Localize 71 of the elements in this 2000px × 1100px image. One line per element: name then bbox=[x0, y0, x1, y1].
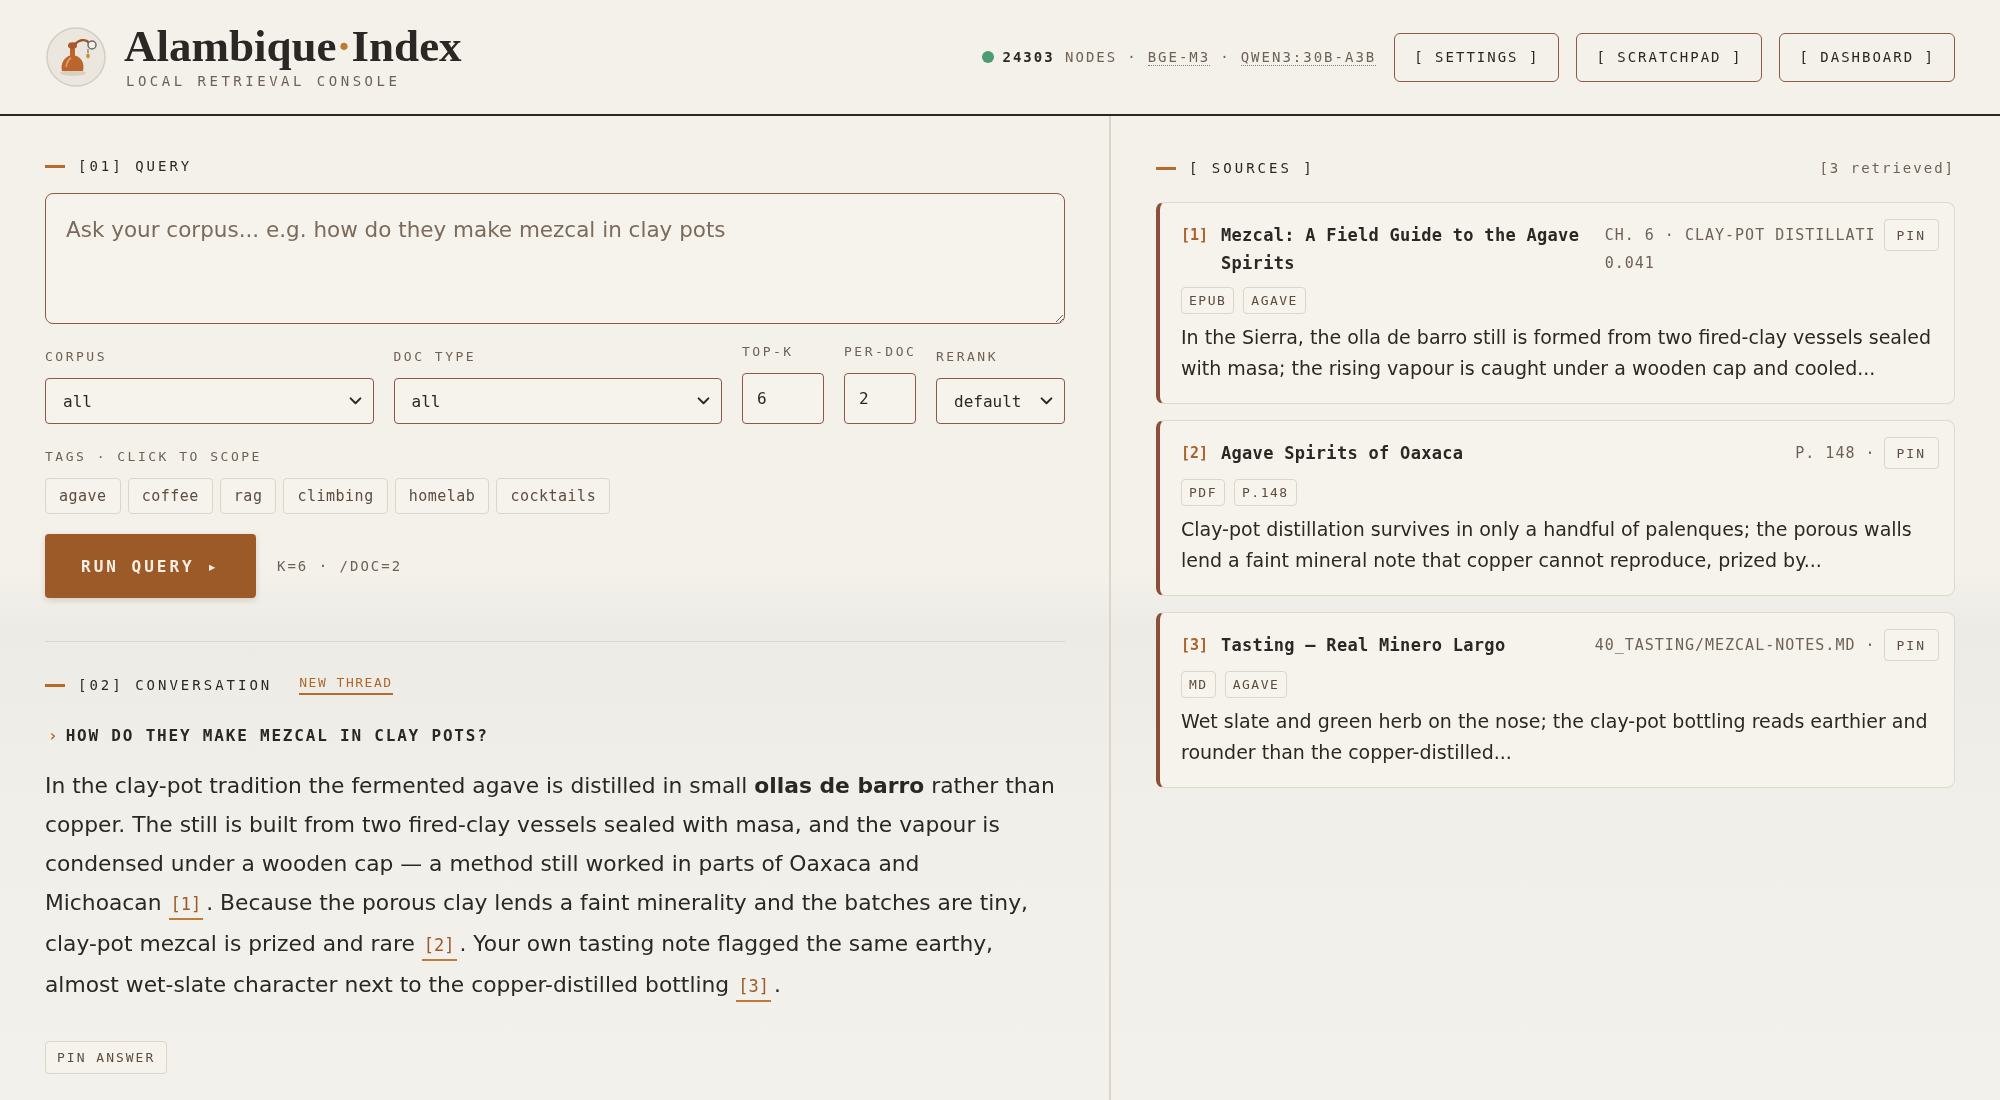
source-title: Tasting — Real Minero Largo bbox=[1221, 634, 1507, 657]
pin-button[interactable]: PIN bbox=[1883, 219, 1939, 251]
dashboard-button[interactable]: [ DASHBOARD ] bbox=[1779, 32, 1955, 82]
new-thread-link[interactable]: NEW THREAD bbox=[299, 675, 393, 695]
source-tag: P.148 bbox=[1234, 479, 1297, 506]
separator-dot: · bbox=[1220, 49, 1231, 65]
source-title: Mezcal: A Field Guide to the Agave Spirits bbox=[1221, 224, 1581, 275]
section-heading: [01] QUERY bbox=[78, 158, 193, 174]
tags-label: TAGS · CLICK TO SCOPE bbox=[45, 449, 263, 465]
field-label: PER-DOC bbox=[844, 344, 917, 360]
retrieved-count: [3 retrieved] bbox=[1819, 160, 1955, 176]
chevron-down-icon bbox=[348, 397, 362, 405]
field-label: TOP-K bbox=[742, 344, 794, 360]
tag-filter[interactable]: cocktails bbox=[496, 478, 611, 514]
separator-dot: · bbox=[1127, 49, 1138, 65]
pin-answer-button[interactable]: PIN ANSWER bbox=[45, 1041, 168, 1074]
settings-button[interactable]: [ SETTINGS ] bbox=[1394, 32, 1560, 82]
source-snippet: Wet slate and green herb on the nose; the clay-pot bottling reads earthier and rounder than the copper-distilled... bbox=[1181, 709, 1929, 765]
source-title: Agave Spirits of Oaxaca bbox=[1221, 442, 1465, 465]
citation-link[interactable]: [3] bbox=[736, 976, 771, 1002]
model-name: QWEN3:30B-A3B bbox=[1240, 48, 1377, 66]
scratchpad-button[interactable]: [ SCRATCHPAD ] bbox=[1576, 32, 1763, 82]
citation-link[interactable]: [2] bbox=[421, 935, 457, 961]
tag-filter[interactable]: rag bbox=[219, 478, 277, 514]
app-subtitle: LOCAL RETRIEVAL CONSOLE bbox=[126, 72, 401, 90]
dropdown[interactable]: default bbox=[936, 378, 1065, 424]
tag-filter[interactable]: agave bbox=[45, 478, 121, 514]
node-count: 24303 NODES bbox=[1002, 49, 1118, 65]
pin-button[interactable]: PIN bbox=[1883, 629, 1939, 661]
source-snippet: In the Sierra, the olla de barro still is formed from two fired-clay vessels sealed with masa; the rising vapour is caught under a wooden cap and cooled... bbox=[1181, 325, 1933, 381]
source-tag: MD bbox=[1181, 671, 1216, 698]
copper-still-logo-icon bbox=[46, 27, 106, 87]
source-snippet: Clay-pot distillation survives in only a handful of palenques; the porous walls lend a faint mineral note that copper cannot reproduce, prized by... bbox=[1181, 517, 1913, 573]
source-tag: AGAVE bbox=[1243, 287, 1306, 314]
dash-icon bbox=[45, 164, 65, 168]
source-tag: PDF bbox=[1181, 479, 1225, 506]
dropdown[interactable]: all bbox=[393, 378, 722, 424]
prompt-marker: › bbox=[48, 725, 58, 745]
section-heading: [ SOURCES ] bbox=[1189, 160, 1315, 176]
source-location: CH. 6 · CLAY-POT DISTILLATI bbox=[1604, 225, 1876, 246]
number-input[interactable]: 2 bbox=[844, 373, 916, 424]
field-label: RERANK bbox=[936, 349, 998, 365]
tag-filter[interactable]: homelab bbox=[394, 478, 490, 514]
field-label: DOC TYPE bbox=[393, 349, 477, 365]
source-location: P. 148 · bbox=[1795, 443, 1876, 464]
source-location: 40_TASTING/MEZCAL-NOTES.MD · bbox=[1594, 635, 1876, 656]
source-number: [1] bbox=[1181, 225, 1208, 246]
chevron-down-icon bbox=[697, 397, 710, 405]
source-number: [2] bbox=[1181, 443, 1208, 464]
pin-button[interactable]: PIN bbox=[1883, 437, 1939, 469]
app-title: Alambique·Index bbox=[124, 24, 462, 68]
citation-link[interactable]: [1] bbox=[168, 894, 204, 920]
tag-filter[interactable]: climbing bbox=[283, 478, 388, 514]
tag-filter[interactable]: coffee bbox=[127, 478, 213, 514]
dash-icon bbox=[1156, 166, 1176, 170]
number-input[interactable]: 6 bbox=[742, 373, 824, 424]
chevron-down-icon bbox=[1040, 397, 1053, 405]
answer-text: In the clay-pot tradition the fermented agave is distilled in small ollas de barro rather than copper. The still is built from two fired-clay vessels sealed with masa, and the vapour is condensed under a wooden cap — a method still worked in parts of Oaxaca and Michoacan [1] . Because the porous clay lends a faint minerality and the batches are tiny, clay-pot mezcal is prized and rare [2] . Your own tasting note flagged the same earthy, almost wet-slate character next to the copper-distilled bottling [3] . bbox=[45, 766, 1065, 1006]
relevance-score: 0.041 bbox=[1604, 253, 1655, 274]
section-heading: [02] CONVERSATION bbox=[78, 677, 273, 693]
dash-icon bbox=[45, 683, 65, 687]
query-field[interactable]: Ask your corpus... e.g. how do they make mezcal in clay pots bbox=[45, 193, 1065, 324]
question-text: HOW DO THEY MAKE MEZCAL IN CLAY POTS? bbox=[65, 725, 489, 745]
model-name: BGE-M3 bbox=[1147, 48, 1211, 66]
source-tag: EPUB bbox=[1181, 287, 1235, 314]
dropdown[interactable]: all bbox=[45, 378, 374, 424]
run-query-button[interactable]: RUN QUERY ▸ bbox=[45, 534, 256, 598]
source-tag: AGAVE bbox=[1224, 671, 1288, 698]
source-number: [3] bbox=[1181, 635, 1208, 656]
field-label: CORPUS bbox=[45, 349, 107, 365]
query-summary: K=6 · /DOC=2 bbox=[277, 558, 403, 574]
